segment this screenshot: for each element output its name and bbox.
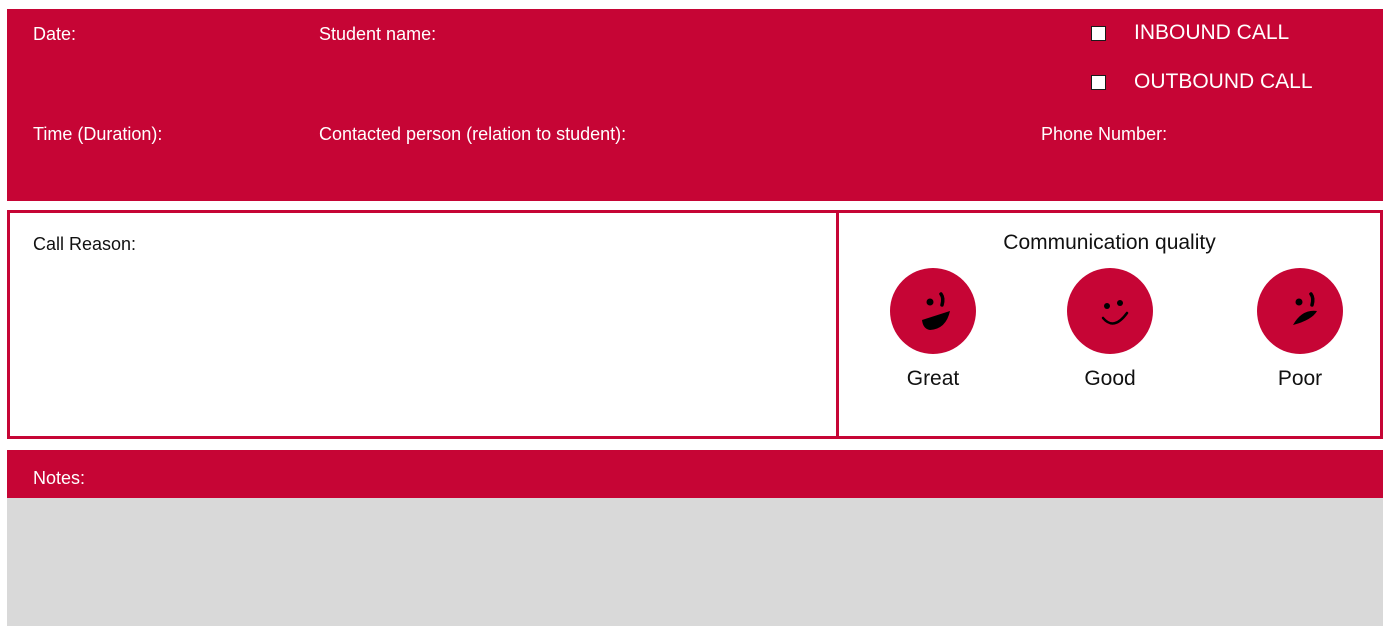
communication-quality-box: Communication quality Great Good Poor: [836, 210, 1383, 439]
outbound-call-label: OUTBOUND CALL: [1134, 70, 1313, 93]
laughing-face-icon: [890, 268, 976, 354]
date-label: Date:: [33, 24, 77, 44]
call-log-header: Date: Student name: Time (Duration): Con…: [7, 9, 1383, 201]
student-name-label: Student name:: [319, 24, 437, 44]
outbound-call-checkbox[interactable]: [1091, 74, 1106, 90]
communication-quality-title: Communication quality: [1003, 231, 1216, 254]
call-reason-box[interactable]: Call Reason:: [7, 210, 840, 439]
notes-label: Notes:: [33, 468, 86, 488]
outbound-call-option[interactable]: OUTBOUND CALL: [1091, 70, 1313, 94]
time-duration-label: Time (Duration):: [33, 124, 163, 144]
call-reason-label: Call Reason:: [33, 234, 137, 254]
phone-number-label: Phone Number:: [1041, 124, 1168, 144]
quality-option-good-label: Good: [1084, 367, 1136, 390]
notes-header: Notes:: [7, 450, 1383, 498]
inbound-call-option[interactable]: INBOUND CALL: [1091, 21, 1289, 45]
contacted-person-label: Contacted person (relation to student):: [319, 124, 627, 144]
quality-option-great-label: Great: [906, 367, 960, 390]
quality-option-poor[interactable]: Poor: [1245, 268, 1355, 392]
quality-option-good[interactable]: Good: [1055, 268, 1165, 392]
notes-area[interactable]: [7, 498, 1383, 626]
worried-face-icon: [1257, 268, 1343, 354]
quality-option-poor-label: Poor: [1277, 367, 1323, 390]
quality-option-great[interactable]: Great: [878, 268, 988, 392]
smiling-face-icon: [1067, 268, 1153, 354]
inbound-call-checkbox[interactable]: [1091, 25, 1106, 41]
inbound-call-label: INBOUND CALL: [1134, 21, 1290, 44]
